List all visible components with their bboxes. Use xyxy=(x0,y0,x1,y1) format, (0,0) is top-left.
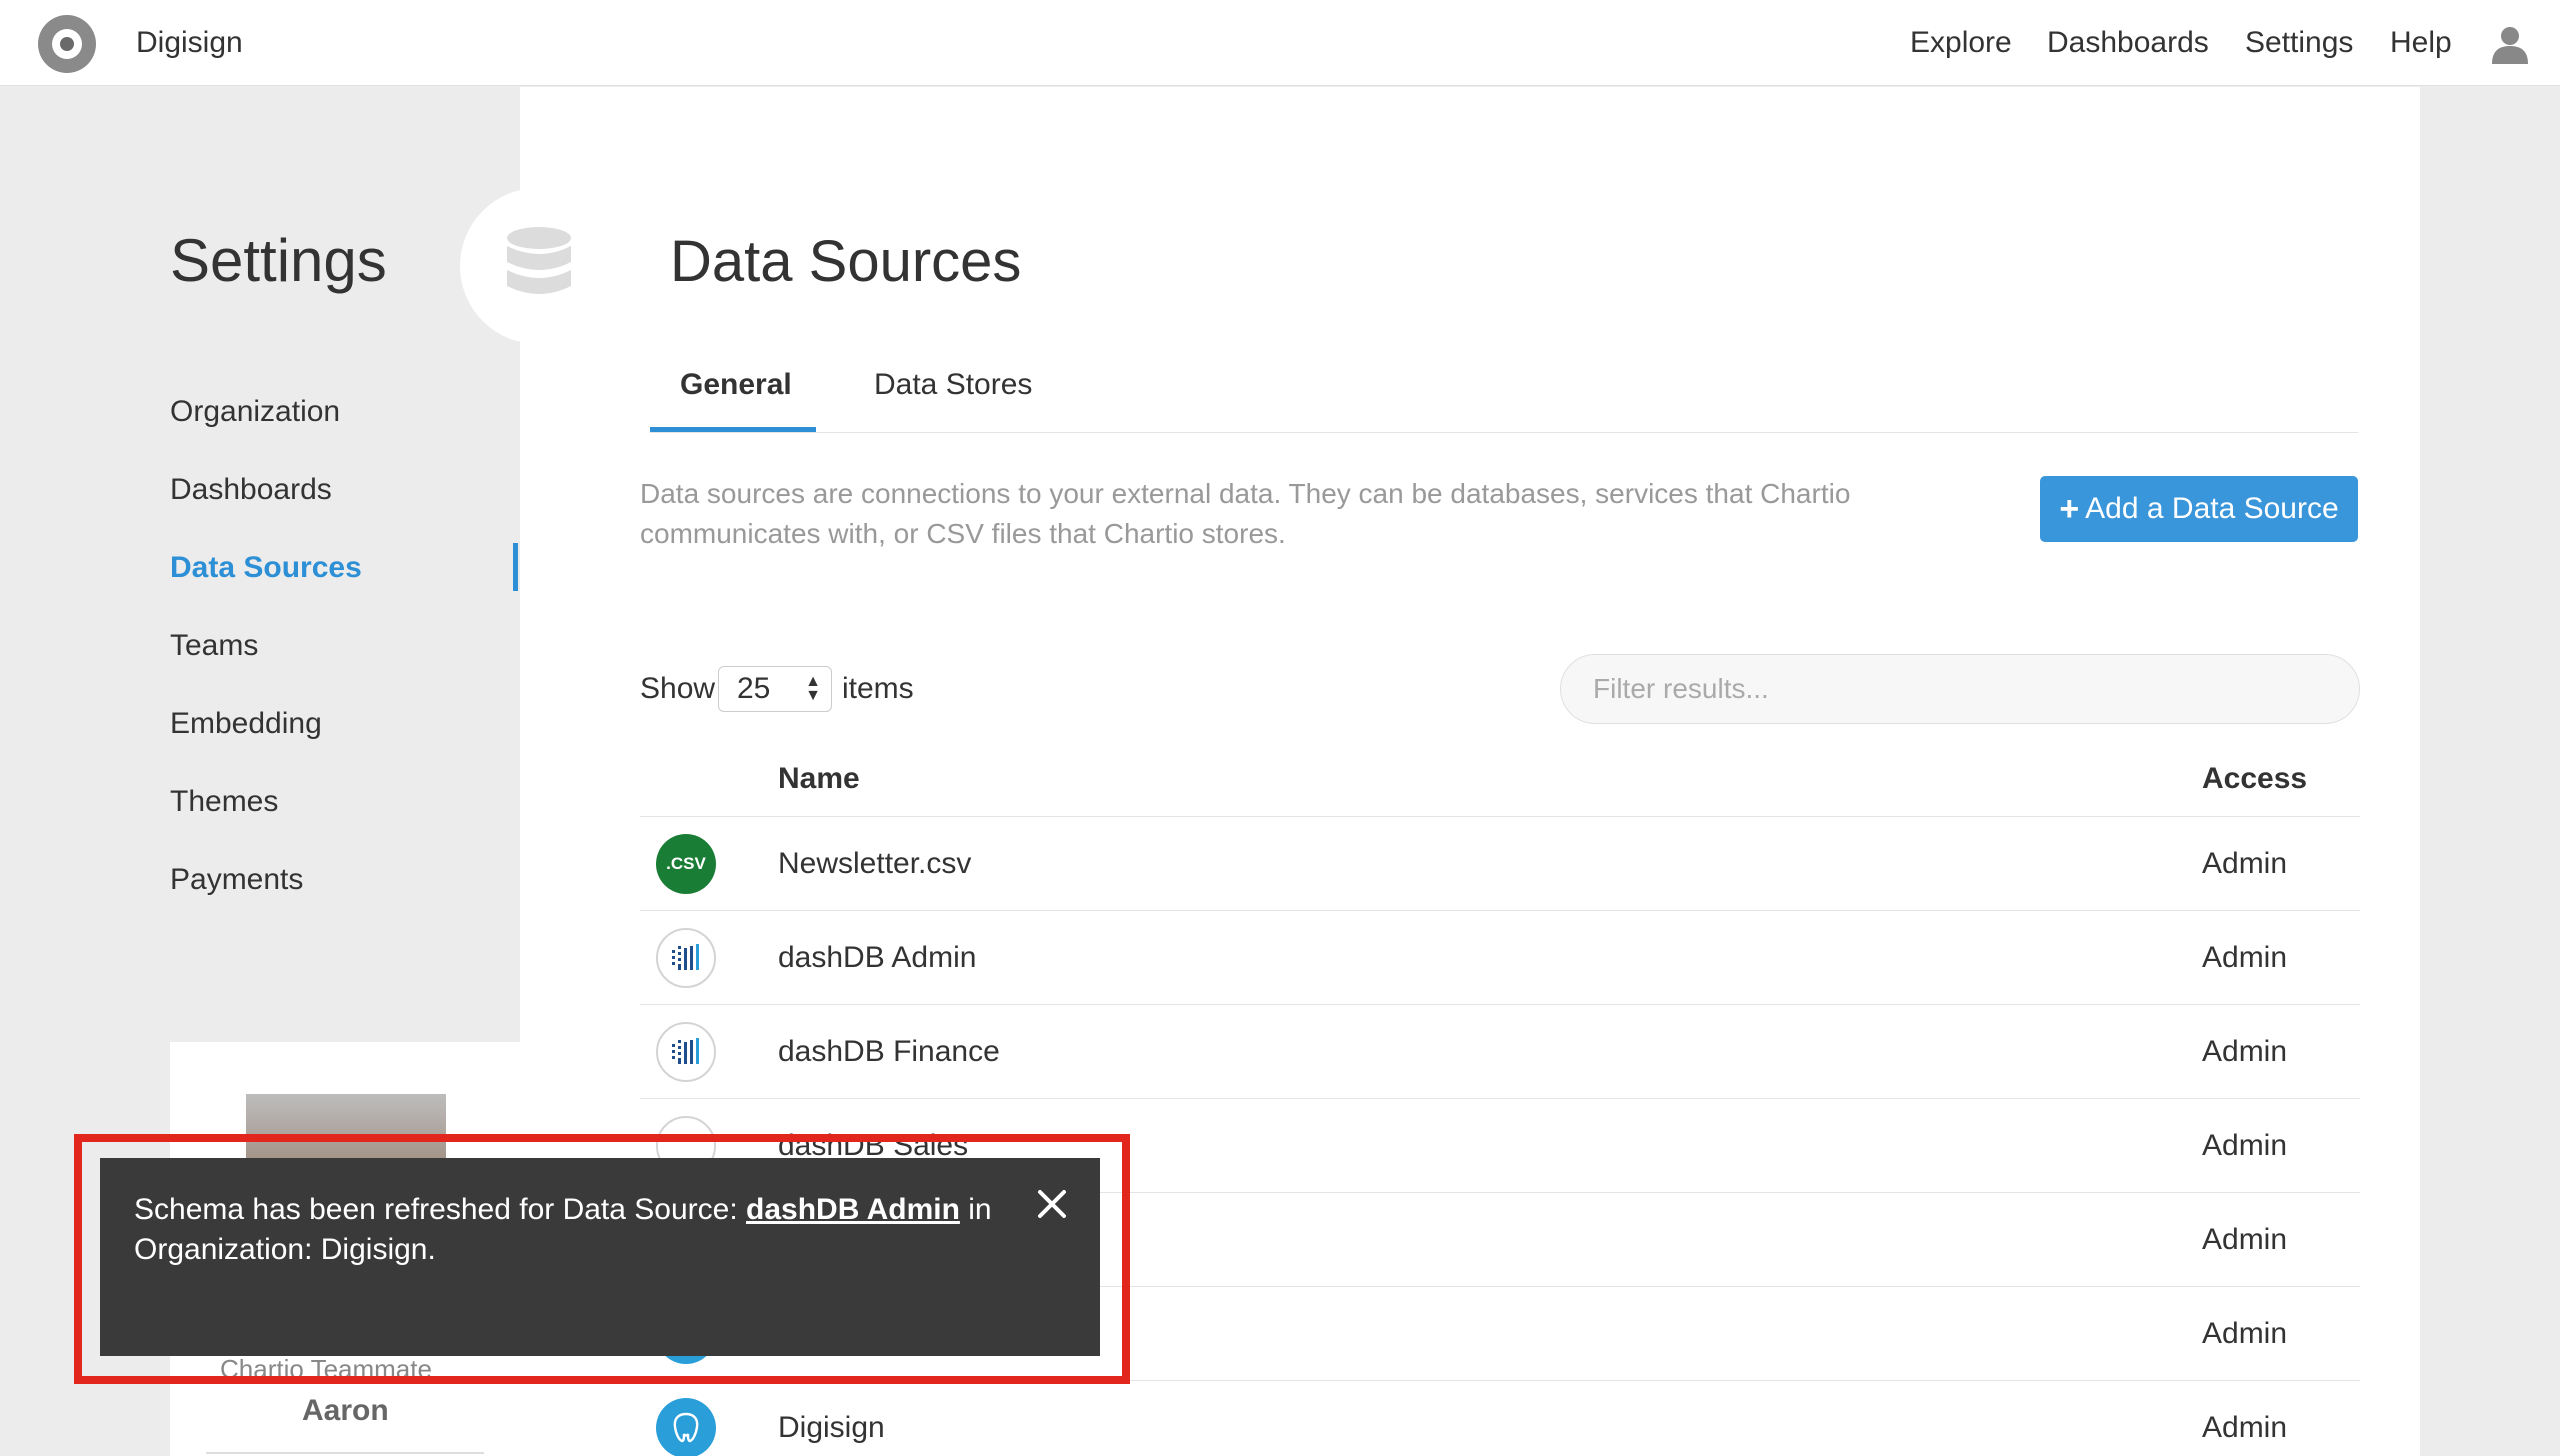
user-name: Aaron xyxy=(302,1394,389,1427)
row-access: Admin xyxy=(2202,1129,2288,1162)
sidebar-active-indicator xyxy=(513,543,518,591)
show-label: Show xyxy=(640,672,716,705)
close-icon[interactable] xyxy=(1036,1188,1068,1220)
column-header-access[interactable]: Access xyxy=(2202,762,2307,796)
row-access: Admin xyxy=(2202,847,2288,880)
table-row[interactable]: dashDB Admin Admin xyxy=(640,910,2360,1004)
sidebar-item-organization[interactable]: Organization xyxy=(170,395,340,429)
csv-icon: .CSV xyxy=(656,834,716,894)
database-icon xyxy=(507,227,571,294)
sidebar-item-data-sources[interactable]: Data Sources xyxy=(170,551,362,585)
row-access: Admin xyxy=(2202,941,2288,974)
row-access: Admin xyxy=(2202,1411,2288,1444)
row-name[interactable]: Digisign xyxy=(778,1411,885,1445)
app-name[interactable]: Digisign xyxy=(136,26,243,60)
table-row[interactable]: .CSV Newsletter.csv Admin xyxy=(640,816,2360,910)
toast-message: Schema has been refreshed for Data Sourc… xyxy=(134,1190,994,1270)
page-title: Data Sources xyxy=(670,229,1022,294)
toast-prefix: Schema has been refreshed for Data Sourc… xyxy=(134,1193,747,1226)
row-name[interactable]: dashDB Admin xyxy=(778,941,976,975)
nav-explore[interactable]: Explore xyxy=(1910,26,2012,60)
nav-help[interactable]: Help xyxy=(2390,26,2452,60)
tab-general[interactable]: General xyxy=(680,368,792,402)
select-arrows-icon: ▲ ▼ xyxy=(805,673,821,704)
page-size-select[interactable]: 25 ▲ ▼ xyxy=(718,666,832,712)
row-access: Admin xyxy=(2202,1317,2288,1350)
top-bar: Digisign Explore Dashboards Settings Hel… xyxy=(0,0,2560,86)
table-row[interactable]: Digisign Admin xyxy=(640,1380,2360,1456)
add-data-source-button[interactable]: + Add a Data Source xyxy=(2040,476,2358,542)
postgres-icon xyxy=(656,1398,716,1456)
row-name[interactable]: Newsletter.csv xyxy=(778,847,971,881)
sidebar-item-dashboards[interactable]: Dashboards xyxy=(170,473,332,507)
sidebar-item-teams[interactable]: Teams xyxy=(170,629,258,663)
toast-link[interactable]: dashDB Admin xyxy=(746,1193,960,1226)
row-access: Admin xyxy=(2202,1035,2288,1068)
tab-data-stores[interactable]: Data Stores xyxy=(874,368,1032,402)
user-icon[interactable] xyxy=(2490,24,2530,64)
sidebar-item-embedding[interactable]: Embedding xyxy=(170,707,322,741)
filter-input[interactable] xyxy=(1560,654,2360,724)
nav-dashboards[interactable]: Dashboards xyxy=(2047,26,2209,60)
sidebar-item-themes[interactable]: Themes xyxy=(170,785,278,819)
dashdb-icon xyxy=(656,928,716,988)
nav-settings[interactable]: Settings xyxy=(2245,26,2353,60)
settings-title: Settings xyxy=(170,227,387,294)
page-description: Data sources are connections to your ext… xyxy=(640,478,1851,549)
divider xyxy=(650,432,2358,433)
page-size-value: 25 xyxy=(737,672,771,705)
divider xyxy=(206,1452,484,1454)
row-name[interactable]: dashDB Finance xyxy=(778,1035,1000,1069)
items-label: items xyxy=(842,672,914,705)
plus-icon: + xyxy=(2059,489,2080,528)
sidebar-item-payments[interactable]: Payments xyxy=(170,863,303,897)
dashdb-icon xyxy=(656,1022,716,1082)
add-data-source-label: Add a Data Source xyxy=(2085,492,2339,525)
column-header-name[interactable]: Name xyxy=(778,762,860,796)
app-logo-icon[interactable] xyxy=(38,15,96,73)
table-row[interactable]: dashDB Finance Admin xyxy=(640,1004,2360,1098)
row-access: Admin xyxy=(2202,1223,2288,1256)
